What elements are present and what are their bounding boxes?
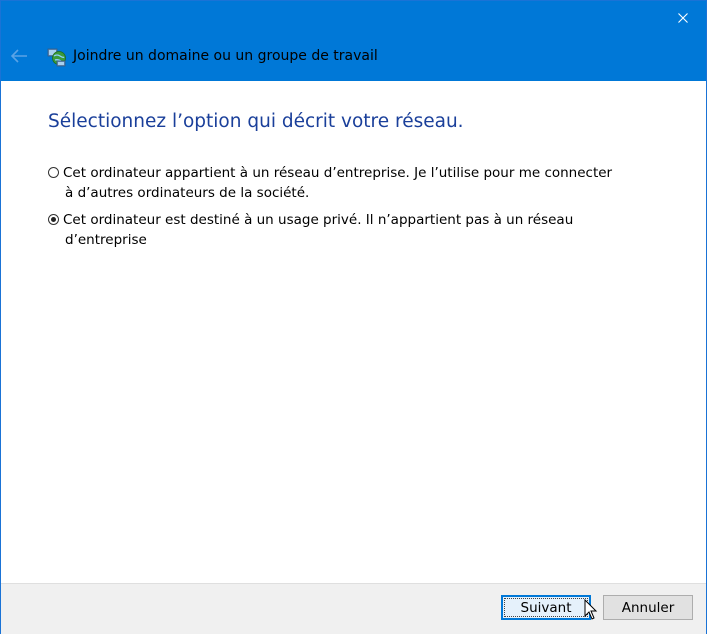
network-globe-icon xyxy=(47,48,66,67)
option-enterprise-label[interactable]: Cet ordinateur appartient à un réseau d’… xyxy=(63,163,623,203)
next-button[interactable]: Suivant xyxy=(501,595,591,620)
mouse-pointer-icon xyxy=(584,599,598,620)
title-bar: Joindre un domaine ou un groupe de trava… xyxy=(1,1,706,81)
option-enterprise-line1: Cet ordinateur appartient à un réseau d’… xyxy=(63,165,613,181)
option-private-line1: Cet ordinateur est destiné à un usage pr… xyxy=(63,212,574,228)
join-domain-dialog: Joindre un domaine ou un groupe de trava… xyxy=(0,0,707,634)
back-arrow-icon xyxy=(10,49,27,63)
cancel-button[interactable]: Annuler xyxy=(603,595,693,620)
option-enterprise[interactable]: Cet ordinateur appartient à un réseau d’… xyxy=(48,163,623,203)
radio-enterprise[interactable] xyxy=(48,167,59,178)
next-button-label: Suivant xyxy=(504,598,588,617)
button-bar: Suivant Annuler xyxy=(1,583,706,634)
close-icon xyxy=(678,13,688,23)
radio-private[interactable] xyxy=(48,214,59,225)
option-enterprise-line2: à d’autres ordinateurs de la société. xyxy=(65,185,310,201)
page-heading: Sélectionnez l’option qui décrit votre r… xyxy=(48,111,464,132)
option-private[interactable]: Cet ordinateur est destiné à un usage pr… xyxy=(48,210,623,250)
option-private-line2: d’entreprise xyxy=(65,232,147,248)
option-private-label[interactable]: Cet ordinateur est destiné à un usage pr… xyxy=(63,210,623,250)
close-button[interactable] xyxy=(660,1,706,35)
back-button[interactable] xyxy=(5,42,33,70)
window-title: Joindre un domaine ou un groupe de trava… xyxy=(73,48,378,64)
